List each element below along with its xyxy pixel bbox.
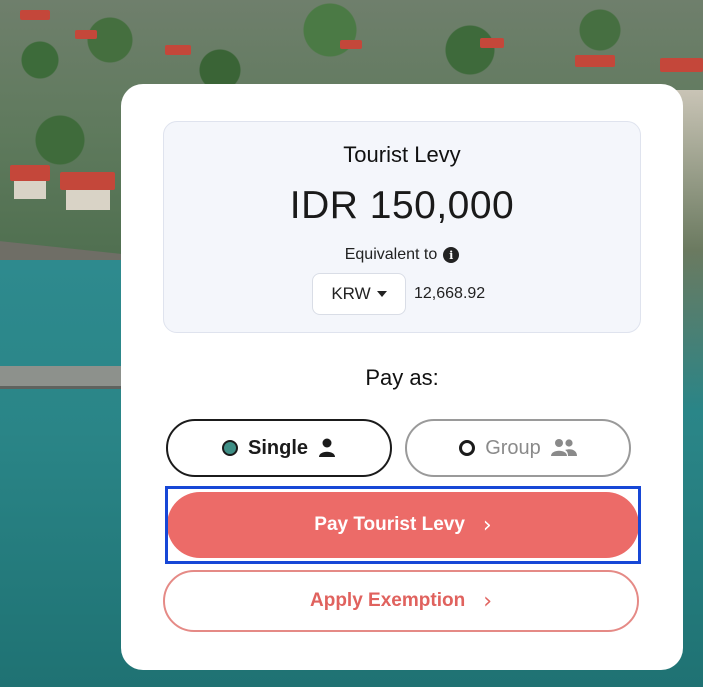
exemption-button-label: Apply Exemption <box>310 590 466 611</box>
people-icon <box>550 439 577 456</box>
currency-row: KRW 12,668.92 <box>312 273 485 315</box>
equivalent-row: Equivalent to i <box>164 246 640 264</box>
chevron-right-icon: › <box>482 512 492 538</box>
apply-exemption-button[interactable]: Apply Exemption › <box>163 570 639 632</box>
equivalent-label: Equivalent to <box>344 246 438 263</box>
option-single-label: Single <box>247 436 308 459</box>
option-single[interactable]: Single <box>166 419 392 477</box>
radio-selected-icon <box>221 440 238 456</box>
caret-down-icon <box>376 291 387 297</box>
levy-amount: IDR 150,000 <box>289 184 515 227</box>
option-group-label: Group <box>485 436 541 459</box>
radio-unselected-icon <box>459 440 476 456</box>
chevron-right-icon: › <box>483 588 492 614</box>
info-icon[interactable]: i <box>443 247 460 263</box>
levy-card: Tourist Levy IDR 150,000 Equivalent to i… <box>121 84 683 670</box>
currency-select[interactable]: KRW <box>312 273 406 315</box>
background-pier <box>0 366 130 389</box>
pay-button-label: Pay Tourist Levy <box>314 514 465 535</box>
converted-amount: 12,668.92 <box>414 285 486 302</box>
person-icon <box>319 438 335 457</box>
pay-tourist-levy-button[interactable]: Pay Tourist Levy › <box>167 492 639 558</box>
currency-select-value: KRW <box>331 284 371 303</box>
levy-title: Tourist Levy <box>343 142 461 167</box>
option-group[interactable]: Group <box>405 419 631 477</box>
pay-as-label: Pay as: <box>365 365 439 390</box>
levy-summary-box: Tourist Levy IDR 150,000 Equivalent to i… <box>163 121 641 333</box>
